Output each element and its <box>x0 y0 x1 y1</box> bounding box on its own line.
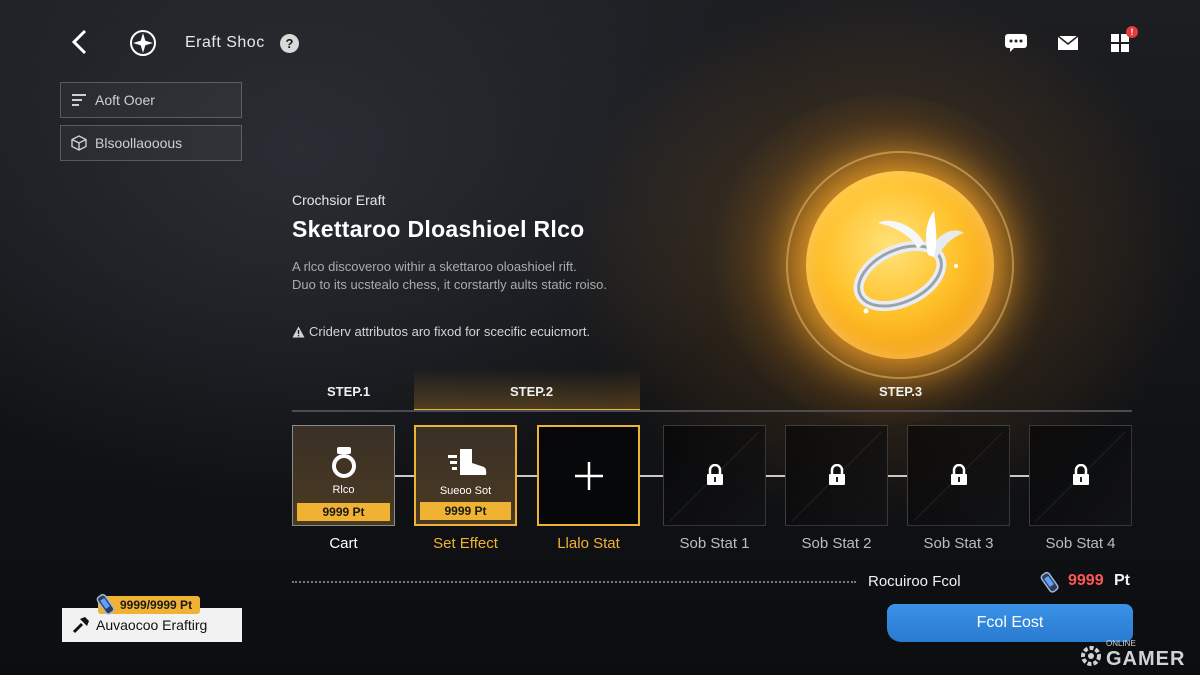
compass-emblem-icon <box>128 28 158 58</box>
watermark-big: GAMER <box>1106 648 1186 670</box>
slot-price: 9999 Pt <box>297 503 390 521</box>
slot-caption: Llalo Stat <box>557 535 620 552</box>
slot-label: Sueoo Sot <box>439 485 492 497</box>
watermark-small: ONLINE <box>1106 639 1136 648</box>
sidebar-item-label: Blsoollaooous <box>95 135 183 151</box>
hammer-icon <box>72 617 89 634</box>
lock-icon <box>951 464 967 485</box>
required-value: 9999 <box>1068 572 1104 589</box>
slot-caption: Cart <box>329 535 358 552</box>
plus-icon <box>575 462 603 490</box>
slot-caption: Sob Stat 1 <box>679 535 750 552</box>
item-title: Skettaroo Dloashioel Rlco <box>292 216 585 242</box>
note-text: Criderv attributos aro fixod for scecifi… <box>309 324 591 339</box>
advanced-counter: 9999/9999 Pt <box>96 593 201 615</box>
description-line: A rlco discoveroo withir a skettaroo olo… <box>292 259 577 274</box>
gear-logo-icon <box>1081 645 1101 666</box>
required-unit: Pt <box>1114 572 1130 589</box>
advanced-counter-value: 9999/9999 Pt <box>120 598 193 612</box>
item-orb <box>806 171 994 359</box>
slot-caption: Set Effect <box>433 535 498 552</box>
sidebar-item-label: Aoft Ooer <box>95 92 155 108</box>
cube-icon <box>71 135 87 151</box>
slot-caption: Sob Stat 3 <box>923 535 994 552</box>
help-button[interactable]: ? <box>280 34 299 53</box>
chat-button[interactable] <box>1004 32 1028 54</box>
sidebar-item-miscellaneous[interactable]: Blsoollaooous <box>60 125 242 161</box>
page-title: Eraft Shoc <box>185 34 265 51</box>
fuel-cell-icon <box>96 593 115 615</box>
item-description: A rlco discoveroo withir a skettaroo olo… <box>292 258 712 294</box>
boot-icon <box>448 449 487 475</box>
slot-sub-stat-3[interactable] <box>907 425 1010 526</box>
required-label: Rocuiroo Fcol <box>868 573 961 590</box>
mail-icon <box>1057 35 1079 50</box>
slot-connector <box>888 475 907 477</box>
slot-set-effect[interactable]: Sueoo Sot 9999 Pt <box>414 425 517 526</box>
fuel-cell-icon <box>1040 571 1059 593</box>
slot-sub-stat-2[interactable] <box>785 425 888 526</box>
slot-connector <box>640 475 663 477</box>
divider <box>292 581 856 583</box>
ring-item-icon <box>853 211 964 314</box>
step-1-label[interactable]: STEP.1 <box>327 384 370 399</box>
chat-icon <box>1005 34 1027 52</box>
ring-icon <box>332 447 356 478</box>
lock-icon <box>829 464 845 485</box>
step-3-label[interactable]: STEP.3 <box>879 384 922 399</box>
slot-caption: Sob Stat 4 <box>1045 535 1116 552</box>
slot-label: Rlco <box>332 484 355 496</box>
slot-main-stat[interactable] <box>537 425 640 526</box>
warning-icon <box>292 326 305 337</box>
craft-button[interactable]: Fcol Eost <box>887 604 1133 642</box>
slot-sub-stat-4[interactable] <box>1029 425 1132 526</box>
mail-button[interactable] <box>1056 32 1080 54</box>
step-progress-bar <box>292 410 1132 412</box>
slot-connector <box>1010 475 1029 477</box>
step-2-label[interactable]: STEP.2 <box>510 384 553 399</box>
slot-sub-stat-1[interactable] <box>663 425 766 526</box>
sidebar-item-filter[interactable]: Aoft Ooer <box>60 82 242 118</box>
description-line: Duo to its ucstealo chess, it corstartly… <box>292 277 608 292</box>
slot-price: 9999 Pt <box>420 502 511 520</box>
attribute-note: Criderv attributos aro fixod for scecifi… <box>292 324 590 339</box>
slot-connector <box>766 475 785 477</box>
watermark-logo: ONLINE GAMER <box>1080 640 1185 671</box>
notification-badge: ! <box>1126 26 1138 38</box>
lock-icon <box>1073 464 1089 485</box>
advanced-crafting-label: Auvaocoo Eraftirg <box>96 617 208 633</box>
filter-icon <box>72 94 86 106</box>
slot-part[interactable]: Rlco 9999 Pt <box>292 425 395 526</box>
slot-connector <box>395 475 414 477</box>
lock-icon <box>707 464 723 485</box>
chevron-left-icon <box>71 29 87 55</box>
menu-button[interactable]: ! <box>1108 26 1138 54</box>
slot-connector <box>517 475 537 477</box>
back-button[interactable] <box>64 26 96 58</box>
item-category: Crochsior Eraft <box>292 192 386 208</box>
slot-caption: Sob Stat 2 <box>801 535 872 552</box>
